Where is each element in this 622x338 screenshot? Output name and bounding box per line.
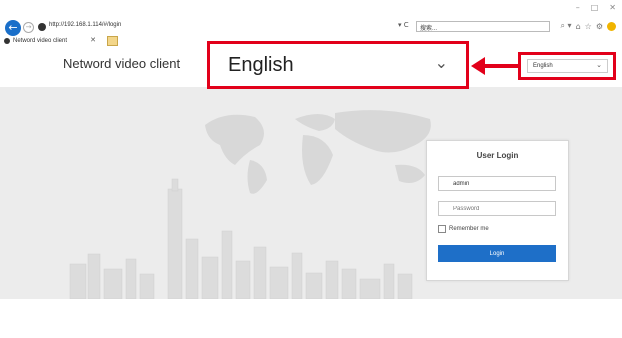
window-controls: – □ ✕ [576, 3, 616, 12]
site-globe-icon [38, 23, 46, 31]
back-arrow-icon[interactable]: ← [5, 20, 21, 36]
close-window-button[interactable]: ✕ [609, 3, 616, 12]
search-icon[interactable]: ⌕ ▾ [561, 21, 572, 31]
maximize-button[interactable]: □ [591, 3, 599, 12]
search-input[interactable]: 搜索... [416, 21, 550, 32]
password-field[interactable] [438, 201, 556, 216]
new-tab-button[interactable] [107, 36, 118, 46]
minimize-button[interactable]: – [576, 3, 580, 12]
tab-close-icon[interactable]: ✕ [90, 36, 96, 44]
remember-me-label: Remember me [449, 226, 489, 232]
tab-favicon-icon [4, 38, 10, 44]
callout-language-text: English [228, 54, 294, 76]
search-placeholder: 搜索... [420, 26, 438, 32]
refresh-button[interactable]: ▾ C [398, 21, 409, 29]
forward-arrow-icon[interactable]: → [23, 22, 34, 33]
favorites-star-icon[interactable]: ☆ [585, 22, 592, 31]
tab-title: Netword video client [13, 38, 68, 44]
tab-netword-video-client[interactable]: Netword video client ✕ [4, 36, 104, 46]
username-field[interactable] [438, 176, 556, 191]
remember-me-row: Remember me [438, 225, 489, 233]
url-field[interactable]: http://192.168.1.114/#/login [49, 22, 121, 28]
app-title: Netword video client [63, 56, 181, 71]
login-panel: User Login 👤 🔒 Remember me Login [426, 140, 569, 281]
login-button[interactable]: Login [438, 245, 556, 262]
home-icon[interactable]: ⌂ [576, 22, 581, 31]
login-title: User Login [476, 151, 519, 160]
toolbar-icons: ⌕ ▾ ⌂ ☆ ⚙ [561, 21, 616, 31]
remember-me-checkbox[interactable] [438, 225, 446, 233]
language-callout-magnified: English ⌄ [207, 41, 469, 89]
callout-chevron-down-icon: ⌄ [434, 53, 448, 72]
callout-left-arrow-icon [471, 57, 518, 75]
feedback-smiley-icon[interactable] [607, 21, 616, 31]
language-select-highlight [518, 52, 616, 80]
settings-gear-icon[interactable]: ⚙ [596, 22, 603, 31]
address-bar: ← → http://192.168.1.114/#/login ▾ C 搜索.… [0, 20, 622, 36]
